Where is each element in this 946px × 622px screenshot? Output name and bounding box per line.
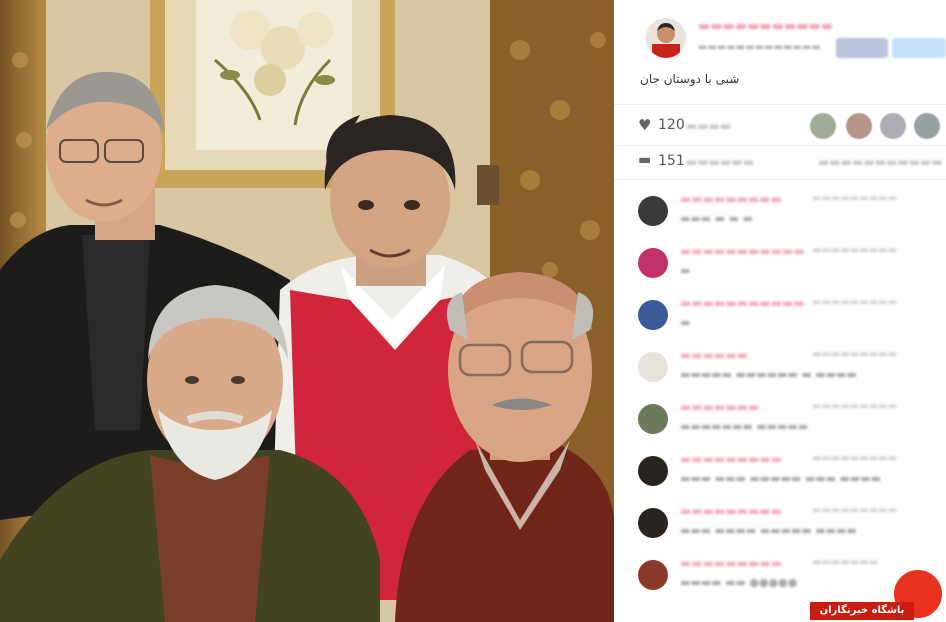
post-details-panel: ▬▬▬▬▬▬▬▬▬▬▬ ▬▬▬▬▬▬▬▬▬▬▬▬▬ شبی با دوستان … [614, 0, 946, 622]
comment-time: ▬▬▬▬▬▬▬▬▬ [812, 453, 898, 464]
comment-item: ▬▬▬▬▬▬ ▬▬▬▬▬▬▬▬▬ ▬▬▬▬▬ ▬▬▬▬▬▬ ▬ ▬▬▬▬ [614, 338, 946, 390]
heart-icon[interactable]: ♥ [638, 116, 651, 134]
comments-label: ▬▬▬▬▬▬ [686, 155, 755, 169]
comment-text: ▬▬▬▬▬ ▬▬▬▬▬▬ ▬ ▬▬▬▬ [680, 368, 857, 381]
comment-time: ▬▬▬▬▬▬▬▬▬ [812, 401, 898, 412]
commenter-username[interactable]: ▬▬▬▬▬▬ [680, 348, 748, 362]
comment-time: ▬▬▬▬▬▬▬▬▬ [812, 297, 898, 308]
share-facebook-button[interactable] [836, 38, 888, 58]
agency-name: باشگاه خبرنگاران [810, 602, 914, 620]
comment-item: ▬▬▬▬▬▬▬▬▬ ▬▬▬▬▬▬▬▬▬ ▬▬▬ ▬ ▬ ▬ [614, 182, 946, 234]
comment-text: ▬▬▬ ▬ ▬ ▬ [680, 212, 753, 225]
liker-avatar[interactable] [914, 113, 940, 139]
comments-count: 151 [658, 153, 685, 169]
speech-bubble-icon[interactable]: ▬ [638, 152, 651, 168]
commenter-username[interactable]: ▬▬▬▬▬▬▬▬▬▬▬ [680, 296, 805, 310]
comment-text: ▬▬▬▬ ▬▬ ●●●●● [680, 576, 798, 589]
instagram-post-screenshot: ▬▬▬▬▬▬▬▬▬▬▬ ▬▬▬▬▬▬▬▬▬▬▬▬▬ شبی با دوستان … [0, 0, 946, 622]
comment-text: ▬ [680, 264, 691, 277]
post-date: ▬▬▬▬▬▬▬▬▬▬▬▬▬ [698, 42, 821, 53]
comment-item: ▬▬▬▬▬▬▬▬▬▬▬ ▬▬▬▬▬▬▬▬▬ ▬ [614, 234, 946, 286]
commenter-avatar[interactable] [638, 404, 668, 434]
commenter-username[interactable]: ▬▬▬▬▬▬▬▬▬ [680, 504, 782, 518]
commenter-username[interactable]: ▬▬▬▬▬▬▬▬▬ [680, 452, 782, 466]
post-caption: شبی با دوستان جان [640, 72, 740, 86]
commenter-username[interactable]: ▬▬▬▬▬▬▬▬▬ [680, 192, 782, 206]
commenter-username[interactable]: ▬▬▬▬▬▬▬ [680, 400, 759, 414]
commenter-avatar[interactable] [638, 196, 668, 226]
comment-item: ▬▬▬▬▬▬▬ ▬▬▬▬▬▬▬▬▬ ▬▬▬▬▬▬▬ ▬▬▬▬▬ [614, 390, 946, 442]
post-header: ▬▬▬▬▬▬▬▬▬▬▬ ▬▬▬▬▬▬▬▬▬▬▬▬▬ شبی با دوستان … [614, 0, 946, 105]
commenter-avatar[interactable] [638, 248, 668, 278]
comment-time: ▬▬▬▬▬▬▬▬▬ [812, 245, 898, 256]
profile-username[interactable]: ▬▬▬▬▬▬▬▬▬▬▬ [698, 19, 833, 34]
comment-text: ▬▬▬ ▬▬▬▬ ▬▬▬▬▬ ▬▬▬▬ [680, 524, 857, 537]
comment-item: ▬▬▬▬▬▬▬▬▬ ▬▬▬▬▬▬▬▬▬ ▬▬▬ ▬▬▬ ▬▬▬▬▬ ▬▬▬ ▬▬… [614, 442, 946, 494]
comment-text: ▬▬▬ ▬▬▬ ▬▬▬▬▬ ▬▬▬ ▬▬▬▬ [680, 472, 882, 485]
show-all-comments-link[interactable]: ▬▬▬▬▬▬▬▬▬▬▬ [818, 155, 943, 169]
news-agency-watermark: باشگاه خبرنگاران [806, 568, 946, 622]
comment-item: ▬▬▬▬▬▬▬▬▬ ▬▬▬▬▬▬▬▬▬ ▬▬▬ ▬▬▬▬ ▬▬▬▬▬ ▬▬▬▬ [614, 494, 946, 546]
comment-time: ▬▬▬▬▬▬▬ [812, 557, 879, 568]
profile-avatar[interactable] [646, 18, 686, 58]
group-photo-illustration [0, 0, 614, 622]
comment-text: ▬ [680, 316, 691, 329]
share-twitter-button[interactable] [892, 38, 946, 58]
liker-avatar[interactable] [810, 113, 836, 139]
profile-avatar-image [646, 18, 686, 58]
comment-text: ▬▬▬▬▬▬▬ ▬▬▬▬▬ [680, 420, 809, 433]
liker-avatar[interactable] [846, 113, 872, 139]
commenter-avatar[interactable] [638, 300, 668, 330]
commenter-avatar[interactable] [638, 560, 668, 590]
liker-avatar[interactable] [880, 113, 906, 139]
commenter-avatar[interactable] [638, 456, 668, 486]
comment-time: ▬▬▬▬▬▬▬▬▬ [812, 193, 898, 204]
likes-count: 120 [658, 117, 685, 133]
likes-label: ▬▬▬▬ [686, 119, 732, 133]
comments-row: ▬ 151 ▬▬▬▬▬▬ ▬▬▬▬▬▬▬▬▬▬▬ [614, 145, 946, 180]
post-photo[interactable] [0, 0, 614, 622]
comment-time: ▬▬▬▬▬▬▬▬▬ [812, 505, 898, 516]
commenter-username[interactable]: ▬▬▬▬▬▬▬▬▬ [680, 556, 782, 570]
commenter-avatar[interactable] [638, 508, 668, 538]
commenter-avatar[interactable] [638, 352, 668, 382]
comment-time: ▬▬▬▬▬▬▬▬▬ [812, 349, 898, 360]
likes-row: ♥ 120 ▬▬▬▬ [614, 105, 946, 146]
commenter-username[interactable]: ▬▬▬▬▬▬▬▬▬▬▬ [680, 244, 805, 258]
comment-item: ▬▬▬▬▬▬▬▬▬▬▬ ▬▬▬▬▬▬▬▬▬ ▬ [614, 286, 946, 338]
